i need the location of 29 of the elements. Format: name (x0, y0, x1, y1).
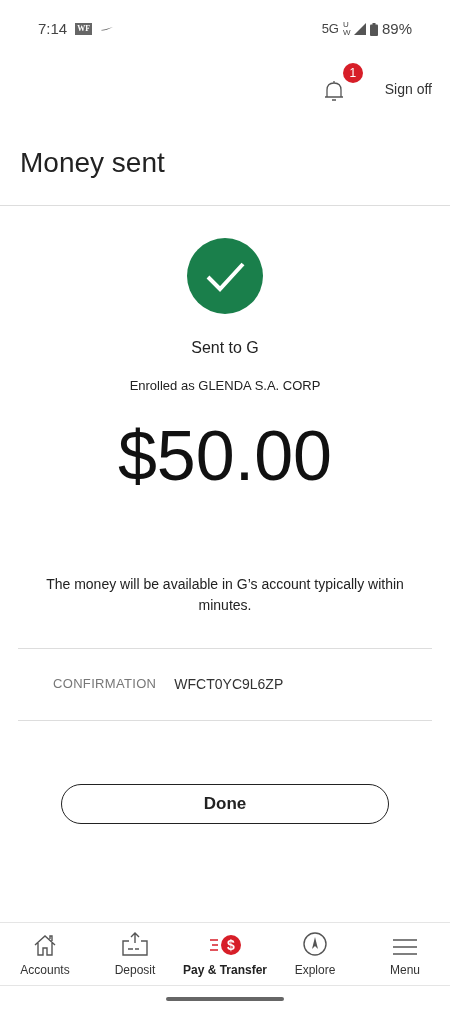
recipient-text: Sent to G (191, 338, 259, 358)
page-title: Money sent (20, 145, 165, 180)
check-deposit-icon (121, 931, 149, 957)
availability-message: The money will be available in G’s account typically within minutes. (45, 574, 405, 615)
compass-icon (302, 931, 328, 957)
battery-icon (369, 22, 378, 36)
bell-icon (322, 79, 345, 103)
notifications-button[interactable]: 1 (318, 63, 363, 107)
network-sub: UW (342, 21, 350, 37)
notification-count: 1 (342, 63, 363, 83)
nav-tab[interactable]: Accounts (0, 923, 90, 985)
network-type: 5G (321, 20, 339, 39)
amount: $50.00 (117, 415, 333, 496)
status-time: 7:14 (38, 18, 68, 39)
checkmark-icon (187, 238, 263, 314)
enrolled-text: Enrolled as GLENDA S.A. CORP (129, 377, 321, 395)
confirmation-label: CONFIRMATION (53, 675, 157, 694)
swoosh-icon (100, 26, 115, 32)
confirmation-number: WFCT0YC9L6ZP (174, 674, 284, 694)
nav-tab[interactable]: Deposit (90, 923, 180, 985)
app-badge: WF (75, 23, 93, 35)
nav-tab[interactable]: Explore (270, 923, 360, 985)
menu-icon (392, 937, 418, 957)
signal-icon (353, 23, 366, 35)
nav-tab[interactable]: $ Pay & Transfer (180, 923, 270, 985)
nav-tab[interactable]: Menu (360, 923, 450, 985)
house-icon (32, 933, 58, 957)
sign-off-link[interactable]: Sign off (384, 78, 432, 100)
battery-level: 89% (381, 18, 412, 39)
